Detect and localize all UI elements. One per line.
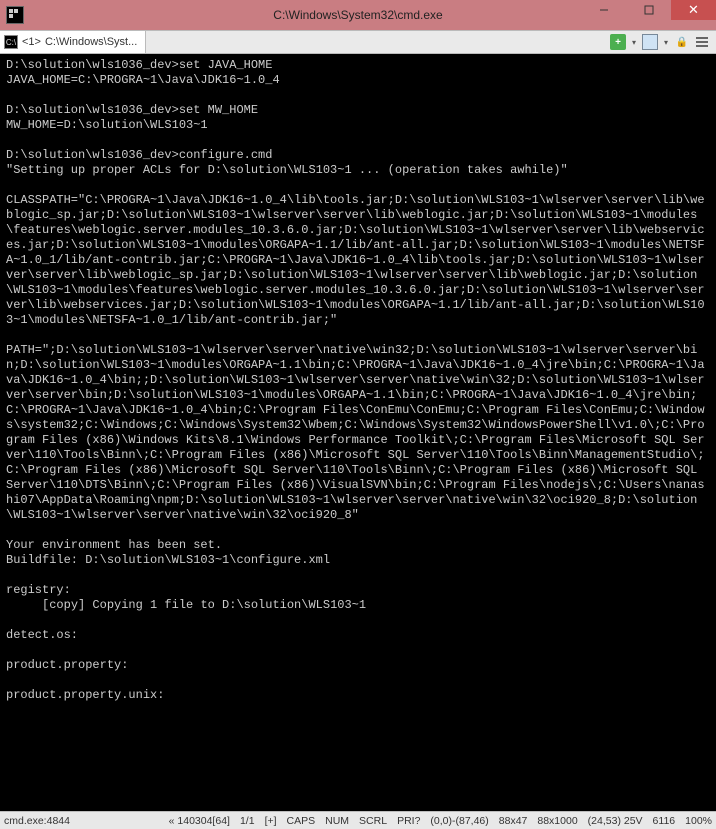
minimize-button[interactable]: [581, 0, 626, 20]
window-title: C:\Windows\System32\cmd.exe: [273, 8, 442, 22]
status-buf: 6116: [653, 815, 676, 827]
console-tab[interactable]: C:\ <1> C:\Windows\Syst...: [0, 31, 146, 53]
lock-icon[interactable]: 🔒: [674, 34, 690, 50]
attach-window-button[interactable]: [642, 34, 658, 50]
tab-label: C:\Windows\Syst...: [45, 36, 137, 48]
close-button[interactable]: ✕: [671, 0, 716, 20]
status-num: NUM: [325, 815, 349, 827]
status-cursor: (0,0)-(87,46): [430, 815, 488, 827]
status-consize: 88x1000: [537, 815, 577, 827]
new-console-dropdown[interactable]: ▾: [630, 34, 638, 50]
attach-dropdown[interactable]: ▾: [662, 34, 670, 50]
new-console-button[interactable]: +: [610, 34, 626, 50]
window-titlebar: C:\Windows\System32\cmd.exe ✕: [0, 0, 716, 30]
status-caps: CAPS: [287, 815, 316, 827]
status-mode: [+]: [265, 815, 277, 827]
menu-button[interactable]: [694, 34, 710, 50]
status-pri: PRI?: [397, 815, 420, 827]
status-bar: cmd.exe:4844 « 140304[64] 1/1 [+] CAPS N…: [0, 811, 716, 829]
tabbar-spacer: [146, 31, 604, 53]
maximize-button[interactable]: [626, 0, 671, 20]
tab-index: <1>: [22, 36, 41, 48]
status-lines: 1/1: [240, 815, 255, 827]
status-cell: (24,53) 25V: [588, 815, 643, 827]
status-process: cmd.exe:4844: [4, 815, 70, 827]
terminal-output[interactable]: D:\solution\wls1036_dev>set JAVA_HOME JA…: [0, 54, 716, 811]
status-pct: 100%: [685, 815, 712, 827]
status-size: 88x47: [499, 815, 528, 827]
status-scrl: SCRL: [359, 815, 387, 827]
cmd-icon: C:\: [4, 35, 18, 49]
toolbar-tray: + ▾ ▾ 🔒: [604, 31, 716, 53]
app-icon: [6, 6, 24, 24]
window-controls: ✕: [581, 0, 716, 20]
tab-bar: C:\ <1> C:\Windows\Syst... + ▾ ▾ 🔒: [0, 30, 716, 54]
status-chars: « 140304[64]: [169, 815, 230, 827]
